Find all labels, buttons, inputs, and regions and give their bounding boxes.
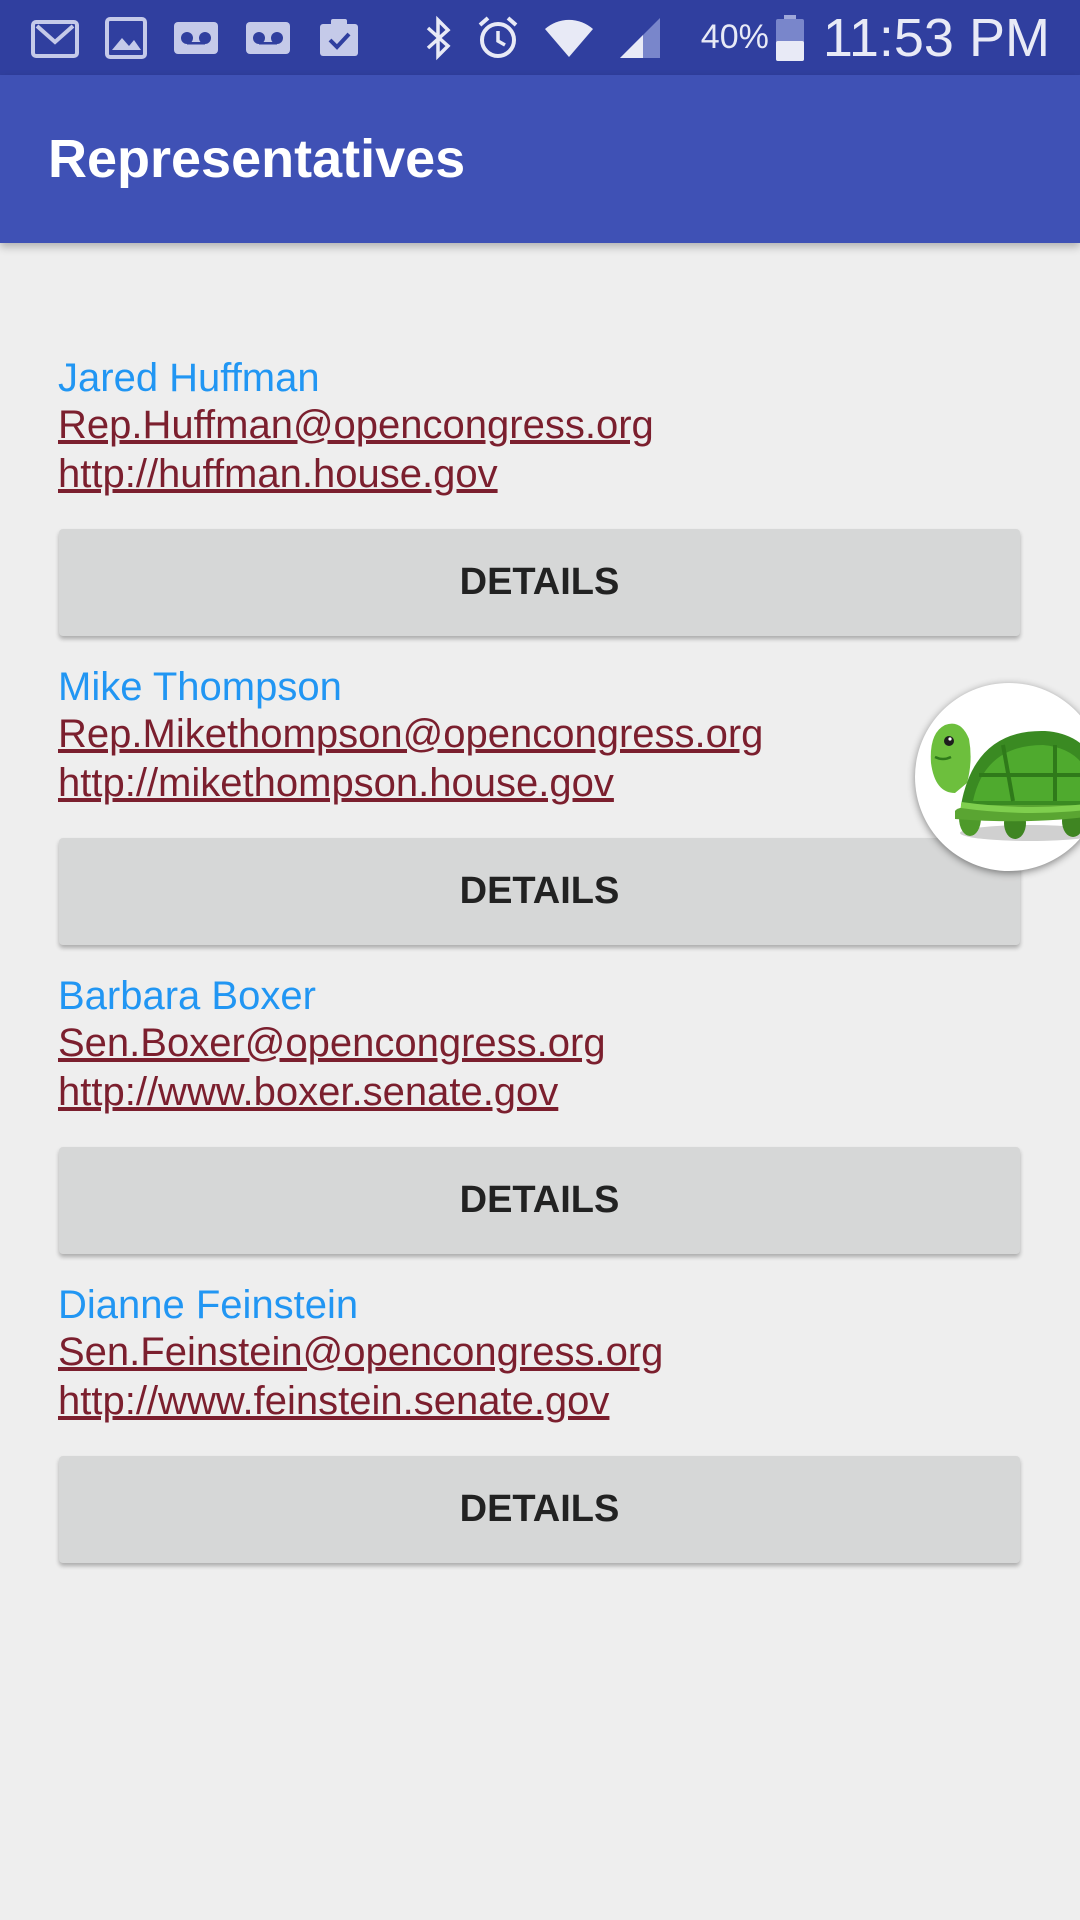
website-link[interactable]: http://huffman.house.gov (58, 449, 1021, 498)
notification-icons (30, 16, 386, 60)
voicemail-icon (172, 16, 220, 60)
representatives-list: Jared Huffman Rep.Huffman@opencongress.o… (58, 352, 1021, 1588)
details-button[interactable]: DETAILS (59, 1456, 1020, 1563)
email-link[interactable]: Sen.Boxer@opencongress.org (58, 1018, 1021, 1067)
email-link[interactable]: Rep.Mikethompson@opencongress.org (58, 709, 1021, 758)
website-link[interactable]: http://www.feinstein.senate.gov (58, 1376, 1021, 1425)
voicemail-icon (244, 16, 292, 60)
alarm-icon (475, 15, 521, 61)
details-button[interactable]: DETAILS (59, 529, 1020, 636)
email-link[interactable]: Rep.Huffman@opencongress.org (58, 400, 1021, 449)
gmail-icon (30, 16, 80, 60)
website-link[interactable]: http://mikethompson.house.gov (58, 758, 1021, 807)
battery-percent: 40% (700, 18, 769, 56)
clock: 11:53 PM (822, 7, 1050, 68)
list-item: Jared Huffman Rep.Huffman@opencongress.o… (58, 352, 1021, 661)
list-item: Mike Thompson Rep.Mikethompson@opencongr… (58, 661, 1021, 970)
battery-icon (775, 14, 805, 62)
wifi-icon (543, 15, 595, 61)
details-button[interactable]: DETAILS (59, 1147, 1020, 1254)
status-bar: 40% 11:53 PM (0, 0, 1080, 75)
clipboard-check-icon (316, 16, 362, 60)
details-button[interactable]: DETAILS (59, 838, 1020, 945)
email-link[interactable]: Sen.Feinstein@opencongress.org (58, 1327, 1021, 1376)
representative-name: Dianne Feinstein (58, 1283, 359, 1327)
representative-name: Mike Thompson (58, 665, 342, 709)
website-link[interactable]: http://www.boxer.senate.gov (58, 1067, 1021, 1116)
app-bar: Representatives (0, 75, 1080, 243)
list-item: Dianne Feinstein Sen.Feinstein@opencongr… (58, 1279, 1021, 1588)
representative-name: Jared Huffman (58, 356, 320, 400)
representative-name: Barbara Boxer (58, 974, 316, 1018)
signal-icon (617, 15, 663, 61)
bluetooth-icon (423, 15, 453, 61)
page-title: Representatives (48, 129, 466, 189)
list-item: Barbara Boxer Sen.Boxer@opencongress.org… (58, 970, 1021, 1279)
system-icons (401, 15, 663, 61)
gallery-icon (104, 16, 148, 60)
